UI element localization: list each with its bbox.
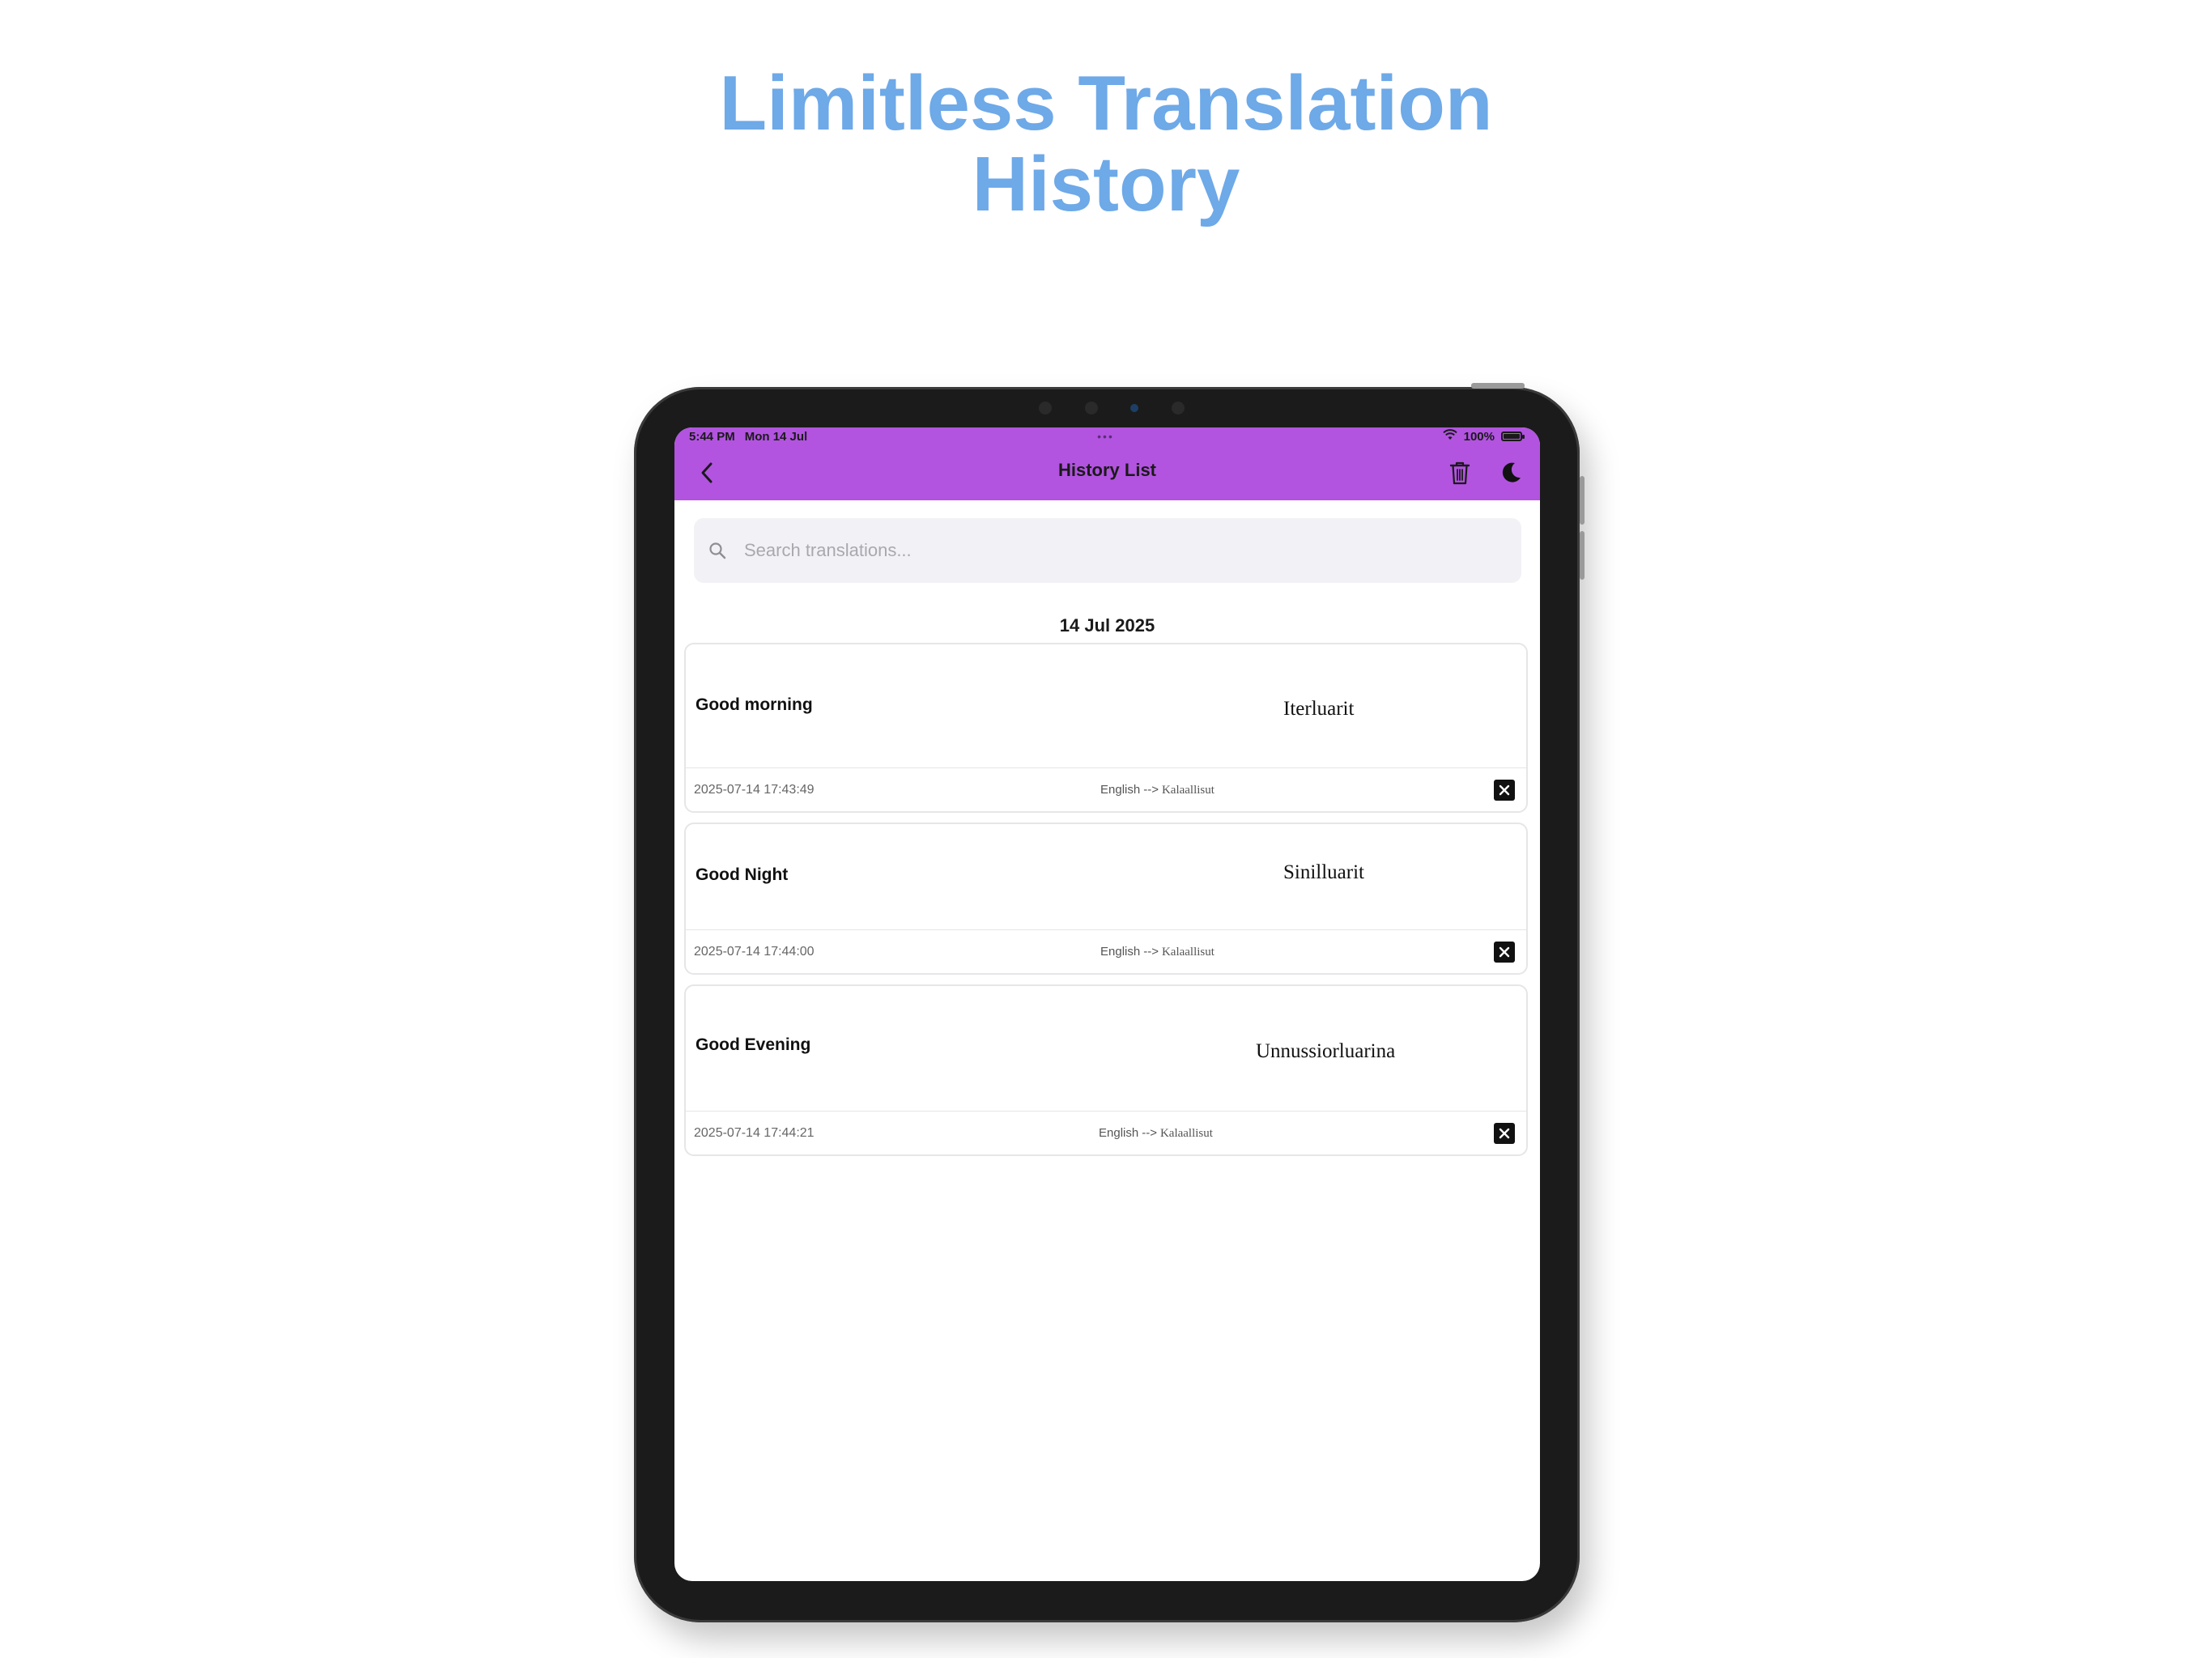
source-language: English xyxy=(1100,783,1141,797)
remove-entry-button[interactable] xyxy=(1494,1123,1515,1144)
camera-array xyxy=(1039,399,1185,417)
entry-footer: 2025-07-14 17:44:21 English --> Kalaallisu… xyxy=(686,1112,1526,1154)
source-language: English xyxy=(1100,945,1141,959)
volume-up-button xyxy=(1580,476,1585,525)
translation-text: Unnussiorluarina xyxy=(1256,1040,1396,1062)
top-button xyxy=(1471,383,1525,389)
source-language: English xyxy=(1099,1126,1139,1140)
entry-footer: 2025-07-14 17:43:49 English --> Kalaallisu… xyxy=(686,768,1526,811)
language-arrow: --> xyxy=(1142,1126,1157,1140)
language-arrow: --> xyxy=(1143,945,1159,959)
entry-footer: 2025-07-14 17:44:00 English --> Kalaallisu… xyxy=(686,930,1526,973)
camera-lens xyxy=(1130,404,1139,412)
search-icon xyxy=(707,540,728,561)
status-date: Mon 14 Jul xyxy=(744,429,808,444)
wifi-icon xyxy=(1442,429,1457,444)
multitasking-dots[interactable]: ••• xyxy=(1097,430,1114,443)
entry-timestamp: 2025-07-14 17:43:49 xyxy=(694,783,815,797)
navigation-bar: History List xyxy=(674,445,1540,500)
page-title: History List xyxy=(1057,460,1157,480)
promo-title-line-1: Limitless Translation xyxy=(719,60,1493,147)
delete-all-button[interactable] xyxy=(1444,457,1476,489)
entry-timestamp: 2025-07-14 17:44:00 xyxy=(694,945,815,959)
theme-toggle-button[interactable] xyxy=(1495,457,1527,489)
app-header: 5:44 PM Mon 14 Jul ••• 100% History List xyxy=(674,427,1540,500)
promo-title: Limitless Translation History xyxy=(0,63,2212,225)
status-bar: 5:44 PM Mon 14 Jul ••• 100% xyxy=(689,427,1525,445)
source-text: Good Evening xyxy=(696,1035,811,1054)
target-language: Kalaallisut xyxy=(1161,784,1214,797)
section-date-header: 14 Jul 2025 xyxy=(1059,615,1155,636)
trash-icon xyxy=(1449,461,1470,485)
history-entry[interactable]: Good Evening Unnussiorluarina 2025-07-14… xyxy=(684,984,1528,1156)
battery-percent: 100% xyxy=(1463,429,1495,444)
tablet-frame: 5:44 PM Mon 14 Jul ••• 100% History List… xyxy=(634,383,1585,1622)
app-screen: 5:44 PM Mon 14 Jul ••• 100% History List… xyxy=(674,427,1540,1581)
close-icon xyxy=(1499,1128,1510,1139)
close-icon xyxy=(1499,946,1510,958)
entry-timestamp: 2025-07-14 17:44:21 xyxy=(694,1126,815,1140)
sensor-dot xyxy=(1171,402,1185,414)
search-input[interactable] xyxy=(742,539,1474,562)
entry-body: Good Night Sinilluarit xyxy=(686,824,1526,930)
sensor-dot xyxy=(1039,402,1052,414)
target-language: Kalaallisut xyxy=(1159,1127,1213,1140)
entry-body: Good Evening Unnussiorluarina xyxy=(686,986,1526,1112)
search-bar xyxy=(694,518,1521,583)
target-language: Kalaallisut xyxy=(1161,946,1214,959)
translation-text: Iterluarit xyxy=(1283,698,1355,720)
remove-entry-button[interactable] xyxy=(1494,942,1515,963)
status-time: 5:44 PM xyxy=(689,429,735,444)
history-entry[interactable]: Good Night Sinilluarit 2025-07-14 17:44:… xyxy=(684,823,1528,975)
volume-down-button xyxy=(1580,531,1585,580)
status-right: 100% xyxy=(1442,429,1525,444)
language-arrow: --> xyxy=(1143,783,1159,797)
entry-body: Good morning Iterluarit xyxy=(686,644,1526,768)
promo-title-line-2: History xyxy=(972,141,1240,227)
language-pair: English --> Kalaallisut xyxy=(1100,945,1214,959)
close-icon xyxy=(1499,784,1510,796)
language-pair: English --> Kalaallisut xyxy=(1100,783,1214,797)
moon-icon xyxy=(1502,462,1521,483)
source-text: Good morning xyxy=(696,695,813,714)
sensor-dot xyxy=(1084,402,1098,414)
battery-icon xyxy=(1501,432,1525,441)
language-pair: English --> Kalaallisut xyxy=(1099,1126,1213,1141)
source-text: Good Night xyxy=(696,865,789,884)
remove-entry-button[interactable] xyxy=(1494,780,1515,801)
translation-text: Sinilluarit xyxy=(1283,861,1364,883)
history-entry[interactable]: Good morning Iterluarit 2025-07-14 17:43… xyxy=(684,643,1528,813)
